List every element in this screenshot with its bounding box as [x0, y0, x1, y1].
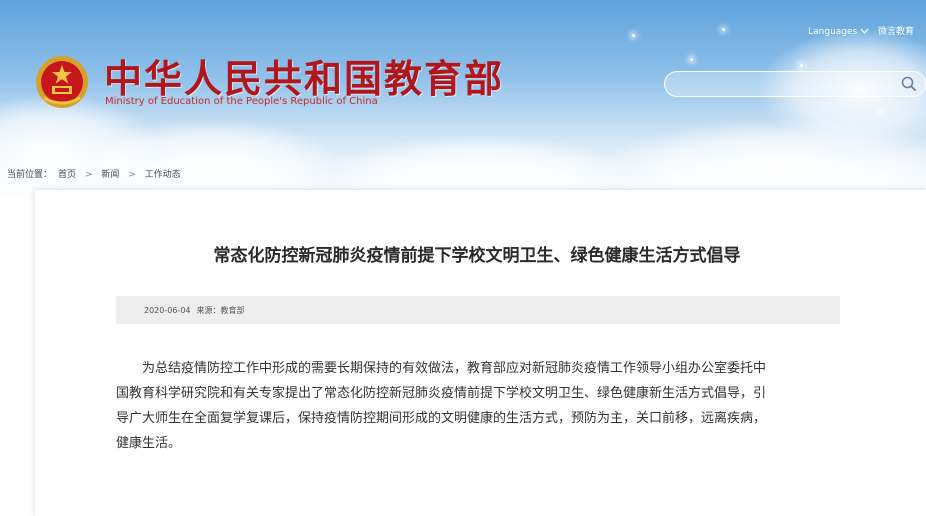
- sparkle-decoration: [880, 110, 883, 113]
- sparkle-decoration: [690, 58, 693, 61]
- article-source: 教育部: [220, 306, 245, 315]
- breadcrumb-prefix: 当前位置：: [7, 170, 53, 180]
- breadcrumb-item-news[interactable]: 新闻: [101, 170, 119, 180]
- search-icon[interactable]: [901, 76, 917, 92]
- breadcrumb-item-work-news[interactable]: 工作动态: [145, 170, 181, 180]
- article-source-label: 来源：: [196, 306, 221, 315]
- article-paragraph-line: 为总结疫情防控工作中形成的需要长期保持的有效做法，教育部应对新冠肺炎疫情工作领导…: [142, 361, 767, 376]
- languages-label: Languages: [808, 27, 858, 37]
- article-date: 2020-06-04: [144, 306, 191, 315]
- site-title-cn[interactable]: 中华人民共和国教育部: [104, 48, 504, 103]
- weibo-link[interactable]: 微言教育: [878, 27, 914, 37]
- article-meta: 2020-06-04 来源：教育部: [144, 305, 251, 316]
- article-paragraph-line: 健康生活。: [116, 436, 182, 451]
- breadcrumb-separator: >: [128, 170, 136, 180]
- article-meta-bar: 2020-06-04 来源：教育部: [116, 296, 840, 324]
- article-title: 常态化防控新冠肺炎疫情前提下学校文明卫生、绿色健康生活方式倡导: [213, 246, 741, 266]
- search-input[interactable]: [664, 71, 926, 97]
- site-title-en: Ministry of Education of the People's Re…: [105, 96, 378, 107]
- article-paragraph-line: 国教育科学研究院和有关专家提出了常态化防控新冠肺炎疫情前提下学校文明卫生、绿色健…: [116, 386, 767, 401]
- sparkle-decoration: [632, 34, 635, 37]
- languages-menu[interactable]: Languages: [802, 27, 872, 37]
- top-links: Languages 微言教育: [796, 24, 914, 37]
- site-header: 中华人民共和国教育部 Ministry of Education of the …: [0, 0, 926, 200]
- sparkle-decoration: [800, 64, 803, 67]
- breadcrumb: 当前位置： 首页 > 新闻 > 工作动态: [7, 167, 187, 180]
- article-card: [35, 190, 926, 516]
- cloud-decoration: [80, 120, 340, 200]
- article-paragraph-line: 导广大师生在全面复学复课后，保持疫情防控期间形成的文明健康的生活方式，预防为主，…: [116, 411, 767, 426]
- sparkle-decoration: [722, 28, 725, 31]
- breadcrumb-item-home[interactable]: 首页: [58, 170, 76, 180]
- chevron-down-icon: [860, 28, 869, 34]
- national-emblem-icon: [36, 56, 88, 108]
- article-body: 为总结疫情防控工作中形成的需要长期保持的有效做法，教育部应对新冠肺炎疫情工作领导…: [116, 356, 840, 456]
- breadcrumb-separator: >: [84, 170, 93, 180]
